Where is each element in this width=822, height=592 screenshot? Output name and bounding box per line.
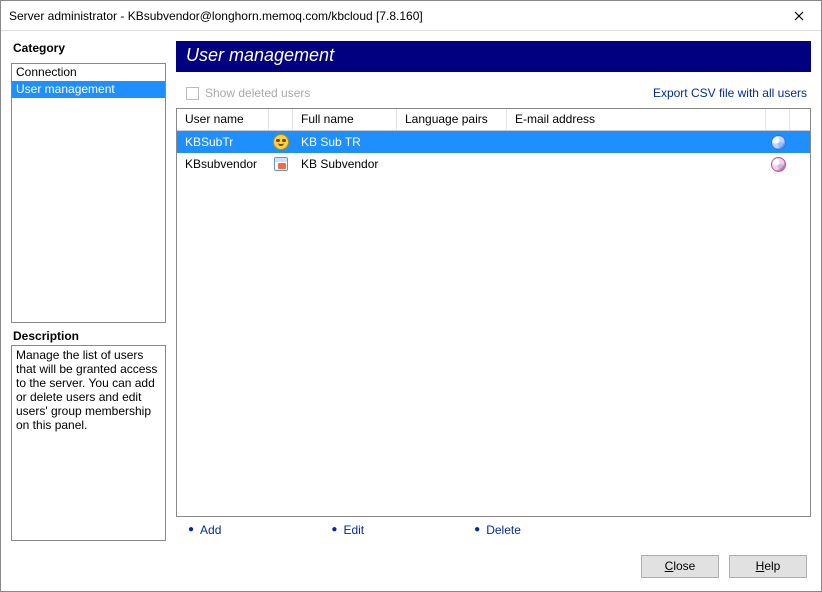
dialog-footer: Close Help xyxy=(1,541,821,591)
col-language-pairs[interactable]: Language pairs xyxy=(397,109,507,130)
globe-icon xyxy=(771,157,786,172)
user-face-icon xyxy=(273,134,289,150)
panel-toolbar: Show deleted users Export CSV file with … xyxy=(176,72,811,108)
table-row[interactable]: KBSubTr KB Sub TR xyxy=(177,131,810,153)
cell-language-pairs xyxy=(397,162,507,166)
description-label: Description xyxy=(13,329,166,343)
table-row[interactable]: KBsubvendor KB Subvendor xyxy=(177,153,810,175)
description-text: Manage the list of users that will be gr… xyxy=(11,345,166,541)
window-close-button[interactable] xyxy=(776,1,821,31)
cell-fullname: KB Sub TR xyxy=(293,133,397,151)
col-status-2[interactable] xyxy=(790,109,810,130)
cell-fullname: KB Subvendor xyxy=(293,155,397,173)
edit-link[interactable]: ● Edit xyxy=(331,523,364,537)
col-type-icon[interactable] xyxy=(269,109,293,130)
main-panel: User management Show deleted users Expor… xyxy=(176,41,811,541)
close-button[interactable]: Close xyxy=(641,555,719,578)
col-email[interactable]: E-mail address xyxy=(507,109,766,130)
bullet-icon: ● xyxy=(474,524,480,535)
category-list[interactable]: Connection User management xyxy=(11,63,166,323)
table-actions: ● Add ● Edit ● Delete xyxy=(176,517,811,541)
category-label: Category xyxy=(13,41,166,55)
table-header: User name Full name Language pairs E-mai… xyxy=(177,109,810,131)
cell-type-icon xyxy=(269,134,293,150)
add-link[interactable]: ● Add xyxy=(188,523,221,537)
col-fullname[interactable]: Full name xyxy=(293,109,397,130)
close-icon xyxy=(794,11,804,21)
cell-status-icon xyxy=(766,135,790,150)
show-deleted-checkbox[interactable] xyxy=(186,87,199,100)
users-table: User name Full name Language pairs E-mai… xyxy=(176,108,811,517)
help-button[interactable]: Help xyxy=(729,555,807,578)
bullet-icon: ● xyxy=(188,524,194,535)
server-admin-window: Server administrator - KBsubvendor@longh… xyxy=(0,0,822,592)
delete-link[interactable]: ● Delete xyxy=(474,523,521,537)
dialog-body: Category Connection User management Desc… xyxy=(1,31,821,541)
left-column: Category Connection User management Desc… xyxy=(11,41,166,541)
export-csv-link[interactable]: Export CSV file with all users xyxy=(653,86,807,100)
cell-language-pairs xyxy=(397,140,507,144)
show-deleted-label: Show deleted users xyxy=(205,86,310,100)
cell-type-icon xyxy=(269,157,293,171)
cell-username: KBSubTr xyxy=(177,133,269,151)
category-item-user-management[interactable]: User management xyxy=(12,81,165,98)
cell-username: KBsubvendor xyxy=(177,155,269,173)
panel-title: User management xyxy=(176,41,811,72)
cell-email xyxy=(507,140,766,144)
col-status-1[interactable] xyxy=(766,109,790,130)
cell-email xyxy=(507,162,766,166)
window-title: Server administrator - KBsubvendor@longh… xyxy=(9,9,776,23)
category-item-connection[interactable]: Connection xyxy=(12,64,165,81)
titlebar: Server administrator - KBsubvendor@longh… xyxy=(1,1,821,31)
bullet-icon: ● xyxy=(331,524,337,535)
user-calendar-icon xyxy=(274,157,288,171)
globe-icon xyxy=(771,135,786,150)
cell-status-icon xyxy=(766,157,790,172)
col-username[interactable]: User name xyxy=(177,109,269,130)
